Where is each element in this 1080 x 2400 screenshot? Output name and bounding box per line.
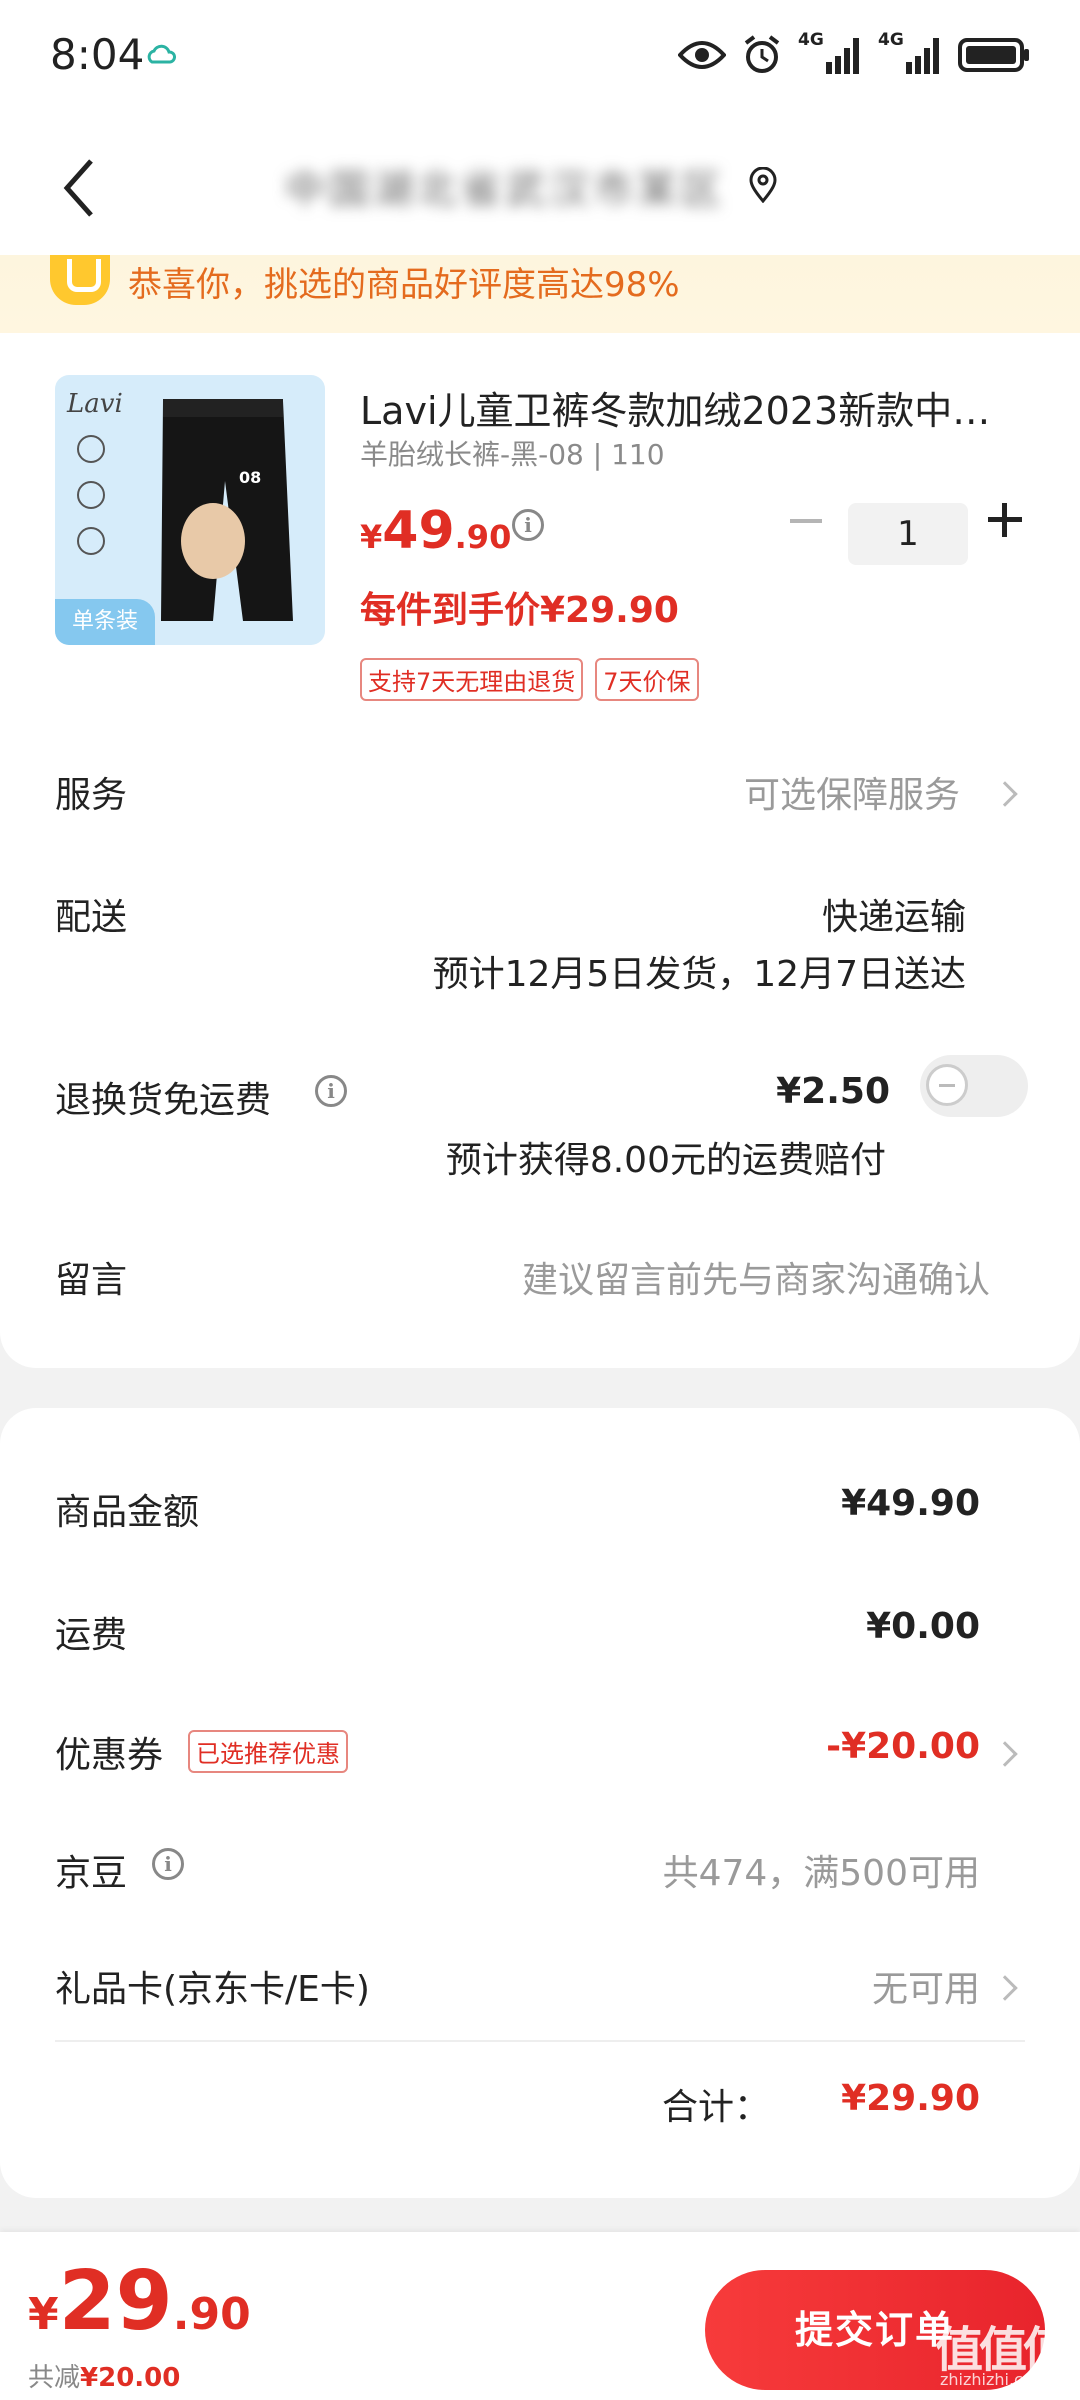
price-int: 49: [382, 501, 455, 561]
message-label: 留言: [55, 1260, 128, 1301]
jd-beans-info-icon[interactable]: i: [152, 1848, 184, 1880]
service-label: 服务: [55, 775, 128, 816]
service-value[interactable]: 可选保障服务: [744, 766, 960, 818]
total-value: ¥29.90: [841, 2078, 980, 2119]
signal-1-icon: 4G: [798, 30, 862, 76]
goods-amount-value: ¥49.90: [841, 1483, 980, 1524]
total-label: 合计：: [661, 2087, 770, 2128]
coupon-label: 优惠券: [55, 1735, 164, 1776]
feature-icon: [77, 481, 105, 509]
goods-amount-label: 商品金额: [55, 1492, 200, 1533]
thumbs-up-icon: [50, 255, 110, 305]
status-bar: 8:04 4G 4G: [0, 0, 1080, 115]
eye-icon: [678, 41, 726, 69]
feature-icon: [77, 435, 105, 463]
delivery-label: 配送: [55, 897, 128, 938]
toggle-knob: [926, 1064, 968, 1106]
watermark-url: zhizhizhi.com: [940, 2370, 1049, 2389]
return-insurance-note: 预计获得8.00元的运费赔付: [445, 1140, 886, 1181]
status-time: 8:04: [50, 30, 145, 79]
price-info-icon[interactable]: i: [512, 509, 544, 541]
return-insurance-toggle[interactable]: [920, 1055, 1028, 1117]
image-badge: 单条装: [55, 599, 155, 645]
per-item-price: 每件到手价¥29.90: [360, 590, 679, 631]
product-brand-logo: Lavi: [67, 389, 123, 419]
shipping-label: 运费: [55, 1615, 128, 1656]
divider: [55, 2040, 1025, 2042]
quantity-plus-button[interactable]: [988, 503, 1022, 537]
praise-banner: 恭喜你，挑选的商品好评度高达98%: [0, 255, 1080, 333]
price-summary-card: 商品金额 ¥49.90 运费 ¥0.00 优惠券 已选推荐优惠 -¥20.00 …: [0, 1408, 1080, 2198]
coupon-value[interactable]: -¥20.00: [826, 1726, 980, 1767]
location-pin-icon[interactable]: [748, 167, 778, 203]
quantity-minus-button[interactable]: [790, 519, 822, 523]
pants-picture: 08: [161, 399, 293, 621]
product-image[interactable]: Lavi 08 单条装: [55, 375, 325, 645]
saved-value: ¥20.00: [80, 2363, 181, 2393]
jd-beans-label: 京豆: [55, 1853, 128, 1894]
saved-label: 共减: [28, 2363, 81, 2393]
return-insurance-label: 退换货免运费: [55, 1080, 272, 1121]
saved-amount: 共减¥20.00: [28, 2357, 180, 2394]
delivery-address[interactable]: 中国湖北省武汉市某区: [285, 157, 725, 215]
price-dec: .90: [454, 518, 512, 556]
chevron-right-icon[interactable]: [992, 1741, 1018, 1767]
coupon-tag: 已选推荐优惠: [188, 1730, 348, 1773]
bottom-total-int: 29: [58, 2254, 173, 2349]
delivery-eta: 预计12月5日发货，12月7日送达: [432, 954, 966, 995]
cloud-sync-icon: [147, 44, 176, 64]
quantity-input[interactable]: 1: [848, 503, 968, 565]
header: 中国湖北省武汉市某区: [0, 115, 1080, 255]
product-tag: 7天价保: [595, 658, 699, 701]
product-spec[interactable]: 羊胎绒长裤-黑-08 | 110: [360, 433, 665, 473]
signal-2-icon: 4G: [878, 30, 942, 76]
shipping-value: ¥0.00: [866, 1606, 980, 1647]
price-currency: ¥: [360, 518, 383, 556]
bottom-total-price: ¥29.90: [28, 2254, 251, 2349]
svg-text:08: 08: [239, 468, 261, 487]
product-title[interactable]: Lavi儿童卫裤冬款加绒2023新款中…: [360, 380, 1000, 435]
return-insurance-info-icon[interactable]: i: [315, 1075, 347, 1107]
gift-card-value[interactable]: 无可用: [872, 1960, 980, 2012]
alarm-icon: [744, 35, 780, 73]
bottom-currency: ¥: [28, 2289, 59, 2340]
battery-icon: [958, 38, 1029, 72]
gift-card-label: 礼品卡(京东卡/E卡): [55, 1969, 370, 2010]
message-input[interactable]: 建议留言前先与商家沟通确认: [522, 1251, 990, 1303]
order-item-card: Lavi 08 单条装 Lavi儿童卫裤冬款加绒2023新款中… 羊胎绒长裤-黑…: [0, 333, 1080, 1368]
return-insurance-price: ¥2.50: [776, 1071, 890, 1112]
jd-beans-value: 共474，满500可用: [662, 1853, 980, 1894]
feature-icon: [77, 527, 105, 555]
bottom-total-dec: .90: [172, 2289, 251, 2340]
delivery-method[interactable]: 快递运输: [822, 888, 966, 940]
product-price: ¥49.90: [360, 501, 511, 561]
back-icon[interactable]: [55, 153, 105, 223]
chevron-right-icon[interactable]: [992, 1975, 1018, 2001]
product-tags: 支持7天无理由退货 7天价保: [360, 658, 699, 701]
feature-icons: [77, 435, 105, 555]
chevron-right-icon[interactable]: [992, 781, 1018, 807]
product-tag: 支持7天无理由退货: [360, 658, 584, 701]
bottom-bar: ¥29.90 共减¥20.00 提交订单: [0, 2232, 1080, 2400]
banner-text: 恭喜你，挑选的商品好评度高达98%: [128, 265, 680, 305]
